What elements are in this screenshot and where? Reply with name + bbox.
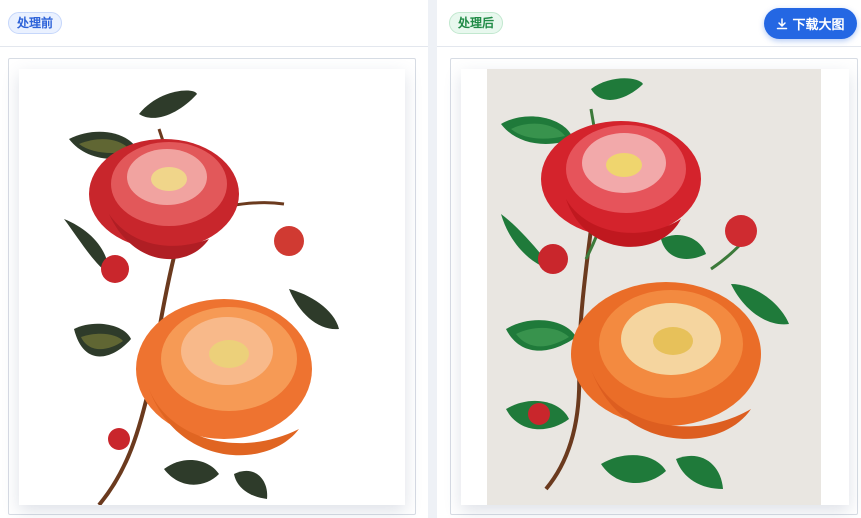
download-label: 下载大图 bbox=[792, 18, 845, 33]
comparison-view: 处理前 处理后 下载大图 bbox=[0, 0, 861, 518]
after-panel-header: 处理后 下载大图 bbox=[437, 0, 861, 47]
before-panel-header: 处理前 bbox=[0, 0, 428, 47]
after-badge: 处理后 bbox=[449, 12, 504, 34]
before-badge: 处理前 bbox=[8, 12, 63, 34]
download-icon bbox=[776, 17, 788, 30]
after-image-frame bbox=[450, 58, 858, 515]
after-panel: 处理后 下载大图 bbox=[437, 0, 861, 518]
before-image[interactable] bbox=[19, 69, 405, 505]
before-panel: 处理前 bbox=[0, 0, 428, 518]
peony-illustration-original bbox=[19, 69, 405, 505]
peony-embroidery-processed bbox=[461, 69, 849, 505]
download-large-image-button[interactable]: 下载大图 bbox=[764, 8, 857, 39]
after-image[interactable] bbox=[461, 69, 849, 505]
before-image-frame bbox=[8, 58, 416, 515]
